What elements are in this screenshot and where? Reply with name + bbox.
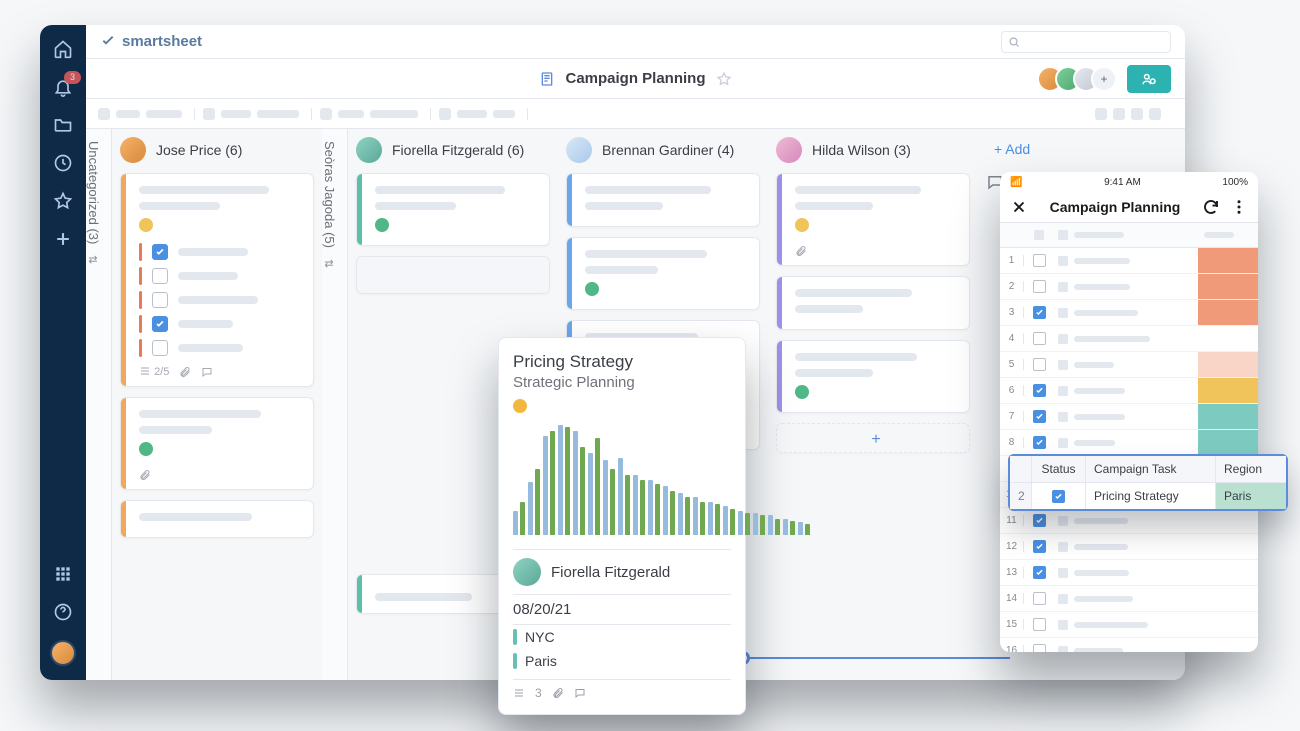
toolbar	[86, 99, 1185, 129]
mobile-row[interactable]: 12	[1000, 534, 1258, 560]
lane-seoras[interactable]: Seòras Jagoda (5)⇅	[322, 129, 348, 680]
status-checkbox[interactable]	[1052, 490, 1065, 503]
checkbox[interactable]	[152, 268, 168, 284]
topbar: smartsheet	[86, 25, 1185, 59]
card-drop-slot[interactable]	[356, 256, 550, 294]
card-subtitle: Strategic Planning	[513, 374, 731, 391]
comment-icon	[574, 687, 586, 699]
mobile-row[interactable]: 8	[1000, 430, 1258, 456]
share-button[interactable]	[1127, 65, 1171, 93]
attachment-icon	[795, 245, 807, 257]
app-name: smartsheet	[122, 33, 202, 50]
card[interactable]: 2/5	[120, 173, 314, 387]
lane-uncategorized[interactable]: Uncategorized (3)⇅	[86, 129, 112, 680]
titlebar: Campaign Planning +	[86, 59, 1185, 99]
add-card-button[interactable]: +	[776, 423, 970, 453]
refresh-icon[interactable]	[1202, 198, 1220, 216]
mobile-row[interactable]: 13	[1000, 560, 1258, 586]
favorite-icon[interactable]	[716, 71, 732, 87]
card[interactable]	[776, 173, 970, 266]
comment-icon	[201, 366, 213, 378]
task-cell: Pricing Strategy	[1086, 483, 1216, 509]
collaborator-avatars[interactable]: +	[1045, 66, 1117, 92]
mobile-row[interactable]: 7	[1000, 404, 1258, 430]
card[interactable]	[566, 237, 760, 310]
mobile-row[interactable]: 11	[1000, 508, 1258, 534]
mobile-preview: 📶 9:41 AM 100% Campaign Planning 1234567…	[1000, 172, 1258, 652]
nav-rail	[40, 25, 86, 680]
lane-owner: Fiorella Fitzgerald (6)	[392, 142, 524, 158]
star-icon[interactable]	[53, 191, 73, 211]
lane-label: Seòras Jagoda (5)	[322, 141, 337, 248]
more-icon[interactable]	[1230, 198, 1248, 216]
mobile-row[interactable]: 2	[1000, 274, 1258, 300]
mobile-grid[interactable]: 12345678910111213141516	[1000, 222, 1258, 652]
mobile-row[interactable]: 6	[1000, 378, 1258, 404]
mobile-row[interactable]: 3	[1000, 300, 1258, 326]
col-region: Region	[1216, 456, 1286, 482]
attachment-icon	[139, 469, 151, 481]
mobile-time: 9:41 AM	[1104, 177, 1141, 188]
card-detail-popup[interactable]: Pricing Strategy Strategic Planning Fior…	[498, 337, 746, 715]
assignee-avatar	[513, 558, 541, 586]
card[interactable]	[120, 500, 314, 538]
mobile-row[interactable]: 14	[1000, 586, 1258, 612]
mobile-statusbar: 📶 9:41 AM 100%	[1000, 172, 1258, 192]
mobile-row-highlight[interactable]: Status Campaign Task Region 2 Pricing St…	[1008, 454, 1288, 511]
plus-icon[interactable]	[53, 229, 73, 249]
card[interactable]	[120, 397, 314, 490]
card-title: Pricing Strategy	[513, 352, 731, 372]
mobile-row[interactable]: 1	[1000, 248, 1258, 274]
status-dot	[513, 399, 527, 413]
checkbox[interactable]	[152, 340, 168, 356]
clock-icon[interactable]	[53, 153, 73, 173]
help-icon[interactable]	[53, 602, 73, 622]
apps-icon[interactable]	[53, 564, 73, 584]
app-logo[interactable]: smartsheet	[100, 33, 202, 50]
mobile-row[interactable]: 4	[1000, 326, 1258, 352]
mobile-row[interactable]: 15	[1000, 612, 1258, 638]
add-column-button[interactable]: + Add	[986, 137, 1070, 161]
search-input[interactable]	[1001, 31, 1171, 53]
checkbox[interactable]	[152, 244, 168, 260]
close-icon[interactable]	[1010, 198, 1028, 216]
add-collaborator[interactable]: +	[1091, 66, 1117, 92]
bell-icon[interactable]	[53, 77, 73, 97]
checkbox[interactable]	[152, 292, 168, 308]
lane-jose: Jose Price (6)	[112, 129, 322, 680]
lane-label: Uncategorized (3)	[86, 141, 101, 244]
card-date: 08/20/21	[513, 595, 731, 625]
mobile-title: Campaign Planning	[1050, 199, 1181, 215]
mobile-row[interactable]: 16	[1000, 638, 1258, 652]
card[interactable]	[776, 276, 970, 330]
folder-icon[interactable]	[53, 115, 73, 135]
assignee-name: Fiorella Fitzgerald	[551, 564, 670, 581]
tag-nyc: NYC	[513, 625, 731, 649]
row-number: 2	[1010, 483, 1032, 509]
attachment-icon	[552, 687, 564, 699]
lane-owner: Jose Price (6)	[156, 142, 242, 158]
card[interactable]	[776, 340, 970, 413]
mobile-battery: 100%	[1222, 177, 1248, 188]
checkbox[interactable]	[152, 316, 168, 332]
home-icon[interactable]	[53, 39, 73, 59]
card-chart	[513, 419, 731, 539]
region-cell: Paris	[1216, 483, 1286, 509]
card[interactable]	[356, 173, 550, 246]
col-status: Status	[1032, 456, 1086, 482]
user-avatar[interactable]	[50, 640, 76, 666]
lane-owner: Hilda Wilson (3)	[812, 142, 911, 158]
sheet-icon	[539, 71, 555, 87]
mobile-row[interactable]: 5	[1000, 352, 1258, 378]
doc-title: Campaign Planning	[565, 70, 705, 87]
checklist-count: 2/5	[139, 365, 169, 378]
attachment-icon	[179, 366, 191, 378]
col-task: Campaign Task	[1086, 456, 1216, 482]
signal-icon: 📶	[1010, 177, 1022, 188]
lane-owner: Brennan Gardiner (4)	[602, 142, 734, 158]
card[interactable]	[566, 173, 760, 227]
list-icon	[513, 687, 525, 699]
tag-paris: Paris	[513, 649, 731, 673]
